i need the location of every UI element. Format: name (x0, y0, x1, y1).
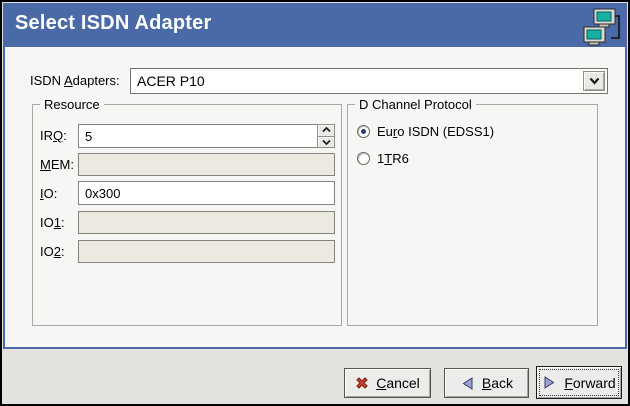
mem-input (78, 153, 335, 176)
d-channel-protocol-group-title: D Channel Protocol (355, 97, 476, 112)
irq-spinner-buttons (317, 124, 335, 148)
mem-label: MEM: (40, 157, 74, 172)
cancel-button[interactable]: Cancel (344, 368, 431, 398)
cancel-button-label: Cancel (376, 375, 420, 391)
cancel-x-icon (355, 376, 369, 390)
network-computers-icon (581, 6, 623, 48)
io2-label: IO2: (40, 244, 65, 259)
isdn-adapters-label: ISDN Adapters: (30, 73, 120, 88)
spin-down-icon (322, 139, 331, 145)
io2-input (78, 240, 335, 263)
radio-1tr6-label[interactable]: 1TR6 (377, 151, 409, 166)
io1-label: IO1: (40, 215, 65, 230)
radio-1tr6[interactable] (357, 152, 370, 165)
dialog-header: Select ISDN Adapter (3, 3, 627, 48)
combobox-dropdown-button[interactable] (583, 71, 605, 91)
io-input[interactable] (78, 181, 335, 205)
chevron-down-icon (589, 77, 600, 85)
io-label: IO: (40, 186, 57, 201)
back-button-label: Back (482, 375, 513, 391)
back-button[interactable]: Back (444, 368, 529, 398)
spin-up-button[interactable] (317, 124, 335, 137)
isdn-adapter-combobox[interactable]: ACER P10 (130, 68, 608, 94)
d-channel-protocol-group: D Channel Protocol Euro ISDN (EDSS1) 1TR… (347, 104, 598, 326)
dialog-content: ISDN Adapters: ACER P10 Resource IRQ: (3, 47, 627, 349)
radio-selected-dot (361, 129, 366, 134)
page-title: Select ISDN Adapter (15, 12, 211, 35)
spin-up-icon (322, 127, 331, 133)
forward-button[interactable]: Forward (536, 366, 622, 399)
radio-euro-isdn[interactable] (357, 125, 370, 138)
irq-label: IRQ: (40, 128, 67, 143)
spin-down-button[interactable] (317, 137, 335, 149)
forward-button-label: Forward (564, 375, 615, 391)
resource-group: Resource IRQ: MEM: IO: IO1: IO2: (32, 104, 342, 326)
back-arrow-icon (460, 376, 475, 391)
resource-group-title: Resource (40, 97, 104, 112)
io1-input (78, 211, 335, 234)
dialog-window: Select ISDN Adapter ISDN Adapters: ACER … (0, 0, 630, 406)
irq-spinner-input[interactable] (78, 124, 335, 148)
forward-arrow-icon (542, 375, 557, 390)
radio-euro-isdn-label[interactable]: Euro ISDN (EDSS1) (377, 124, 494, 139)
isdn-adapter-selected-value: ACER P10 (137, 73, 205, 89)
